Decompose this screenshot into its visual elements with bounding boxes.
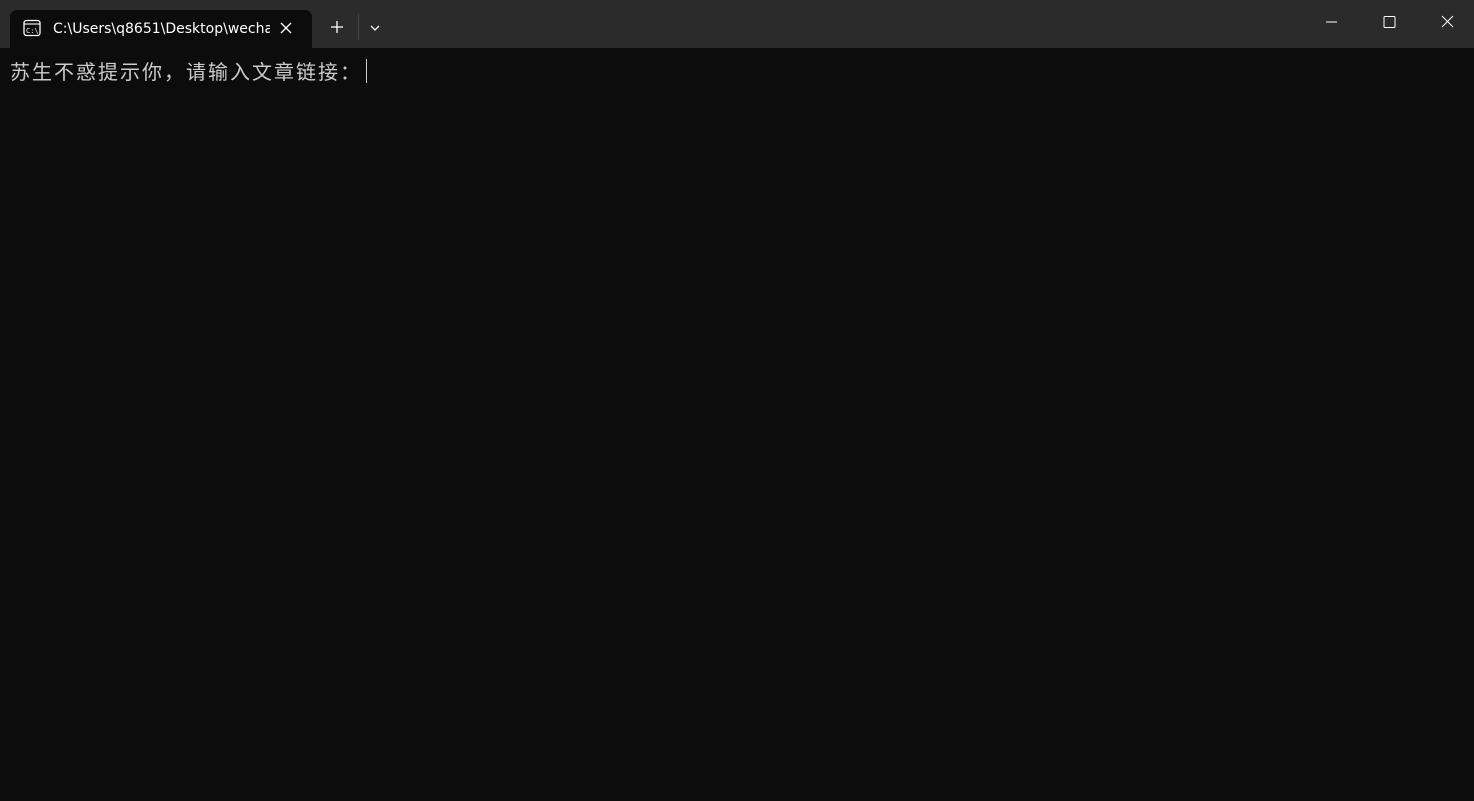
- new-tab-button[interactable]: [322, 12, 352, 42]
- title-bar[interactable]: C:\ C:\Users\q8651\Desktop\wechat: [0, 0, 1474, 48]
- terminal-output[interactable]: 苏生不惑提示你，请输入文章链接：: [0, 48, 1474, 801]
- terminal-window: C:\ C:\Users\q8651\Desktop\wechat 苏生不惑提示…: [0, 0, 1474, 801]
- tab-title: C:\Users\q8651\Desktop\wechat: [53, 21, 270, 37]
- tab-active[interactable]: C:\ C:\Users\q8651\Desktop\wechat: [10, 10, 312, 48]
- profile-dropdown-button[interactable]: [362, 14, 388, 42]
- prompt-line: 苏生不惑提示你，请输入文章链接：: [10, 58, 367, 86]
- close-window-button[interactable]: [1418, 0, 1474, 44]
- tab-close-icon[interactable]: [276, 18, 296, 38]
- text-cursor: [366, 59, 367, 83]
- minimize-button[interactable]: [1302, 0, 1360, 44]
- maximize-button[interactable]: [1360, 0, 1418, 44]
- tab-separator: [358, 14, 359, 40]
- prompt-text: 苏生不惑提示你，请输入文章链接：: [10, 60, 362, 84]
- svg-text:C:\: C:\: [26, 27, 39, 35]
- command-prompt-icon: C:\: [23, 19, 41, 37]
